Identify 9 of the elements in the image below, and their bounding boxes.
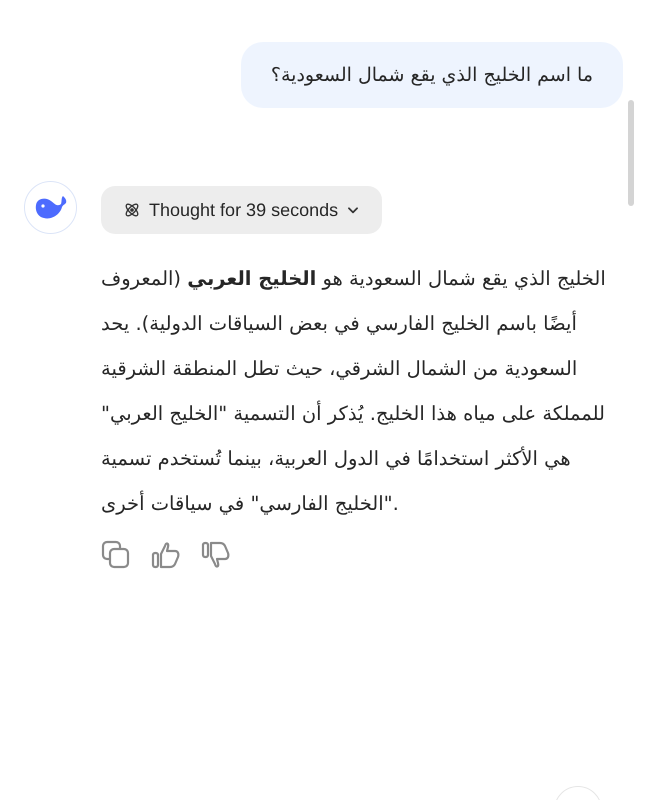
copy-icon[interactable]: [101, 540, 131, 570]
whale-icon: [34, 194, 68, 220]
user-message-bubble: ما اسم الخليج الذي يقع شمال السعودية؟: [240, 42, 623, 108]
atom-icon: [123, 201, 141, 219]
scrollbar-thumb[interactable]: [628, 100, 634, 206]
answer-paragraph: الخليج الذي يقع شمال السعودية هو الخليج العربي (المعروف أيضًا باسم الخليج الفارسي في بعض السياقات الدولية). يحد السعودية من الشمال الشرقي، حيث تطل المنطقة الشرقية للمملكة على مياه هذا الخليج. يُذكر أن التسمية "الخليج العربي" هي الأكثر استخدامًا في الدول العربية، بينما تُستخدم تسمية "الخليج الفارسي" في سياقات أخرى.: [101, 266, 607, 517]
thumbs-down-icon[interactable]: [201, 540, 231, 570]
thumbs-up-icon[interactable]: [151, 540, 181, 570]
thought-toggle[interactable]: Thought for 39 seconds: [101, 186, 382, 234]
